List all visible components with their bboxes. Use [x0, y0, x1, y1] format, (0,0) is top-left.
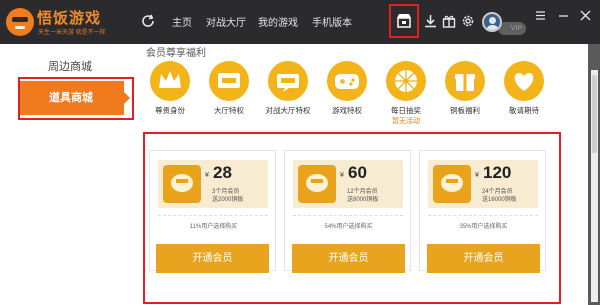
nav-mobile-version[interactable]: 手机版本 [312, 14, 352, 29]
privilege-sublabel: 暂无活动 [392, 118, 420, 125]
user-avatar[interactable] [482, 12, 502, 32]
menu-icon[interactable] [535, 10, 546, 21]
privilege-label: 对战大厅特权 [265, 106, 311, 115]
download-icon[interactable] [424, 14, 437, 28]
gamepad-icon [327, 61, 367, 101]
close-icon[interactable] [580, 10, 591, 21]
nav-my-games[interactable]: 我的游戏 [258, 14, 298, 29]
crown-icon [150, 61, 190, 101]
app-title: 悟饭游戏 [37, 10, 102, 27]
privilege-label: 敬请期待 [509, 106, 539, 115]
gift-icon[interactable] [442, 14, 456, 28]
privilege-item[interactable]: 游戏特权 [321, 61, 373, 116]
privileges-title: 会员尊享福利 [146, 48, 206, 59]
nav-home[interactable]: 主页 [172, 14, 192, 29]
privilege-item[interactable]: 铜板福利 [439, 61, 491, 116]
scrollbar-thumb[interactable] [592, 75, 597, 153]
app-slogan: 天生一米天游 就是不一样 [38, 30, 106, 36]
privilege-item[interactable]: 敬请期待 [498, 61, 550, 116]
privilege-item[interactable]: 对战大厅特权 [262, 61, 314, 116]
privilege-label: 每日抽奖 [391, 106, 421, 115]
store-icon[interactable] [396, 13, 412, 28]
logo-mascot-icon [6, 8, 34, 36]
gear-icon[interactable] [461, 14, 475, 28]
lottery-wheel-icon [386, 61, 426, 101]
nav-battle-hall[interactable]: 对战大厅 [206, 14, 246, 29]
battle-vip-icon [268, 61, 308, 101]
vip-badge[interactable]: VIP [498, 22, 526, 35]
refresh-icon[interactable] [140, 13, 156, 29]
minimize-icon[interactable] [558, 10, 569, 21]
heart-icon [504, 61, 544, 101]
vip-card-icon [209, 61, 249, 101]
privilege-item[interactable]: 大厅特权 [203, 61, 255, 116]
privilege-label: 铜板福利 [450, 106, 480, 115]
privilege-label: 大厅特权 [214, 106, 244, 115]
privilege-item[interactable]: 尊贵身份 [144, 61, 196, 116]
main-content: 会员尊享福利 尊贵身份 大厅特权 对战大厅特权 游戏特权 每日抽奖 暂无活动 铜… [140, 44, 588, 305]
sidebar-active-highlight [18, 77, 134, 120]
privilege-item[interactable]: 每日抽奖 暂无活动 [380, 61, 432, 126]
privilege-label: 游戏特权 [332, 106, 362, 115]
privilege-label: 尊贵身份 [155, 106, 185, 115]
top-bar: 悟饭游戏 天生一米天游 就是不一样 主页 对战大厅 我的游戏 手机版本 VIP [0, 0, 600, 44]
app-logo[interactable]: 悟饭游戏 天生一米天游 就是不一样 [6, 6, 130, 38]
plan-cards-highlight [143, 132, 561, 304]
sidebar-item-merch-store[interactable]: 周边商城 [0, 58, 140, 74]
gift-box-icon [445, 61, 485, 101]
